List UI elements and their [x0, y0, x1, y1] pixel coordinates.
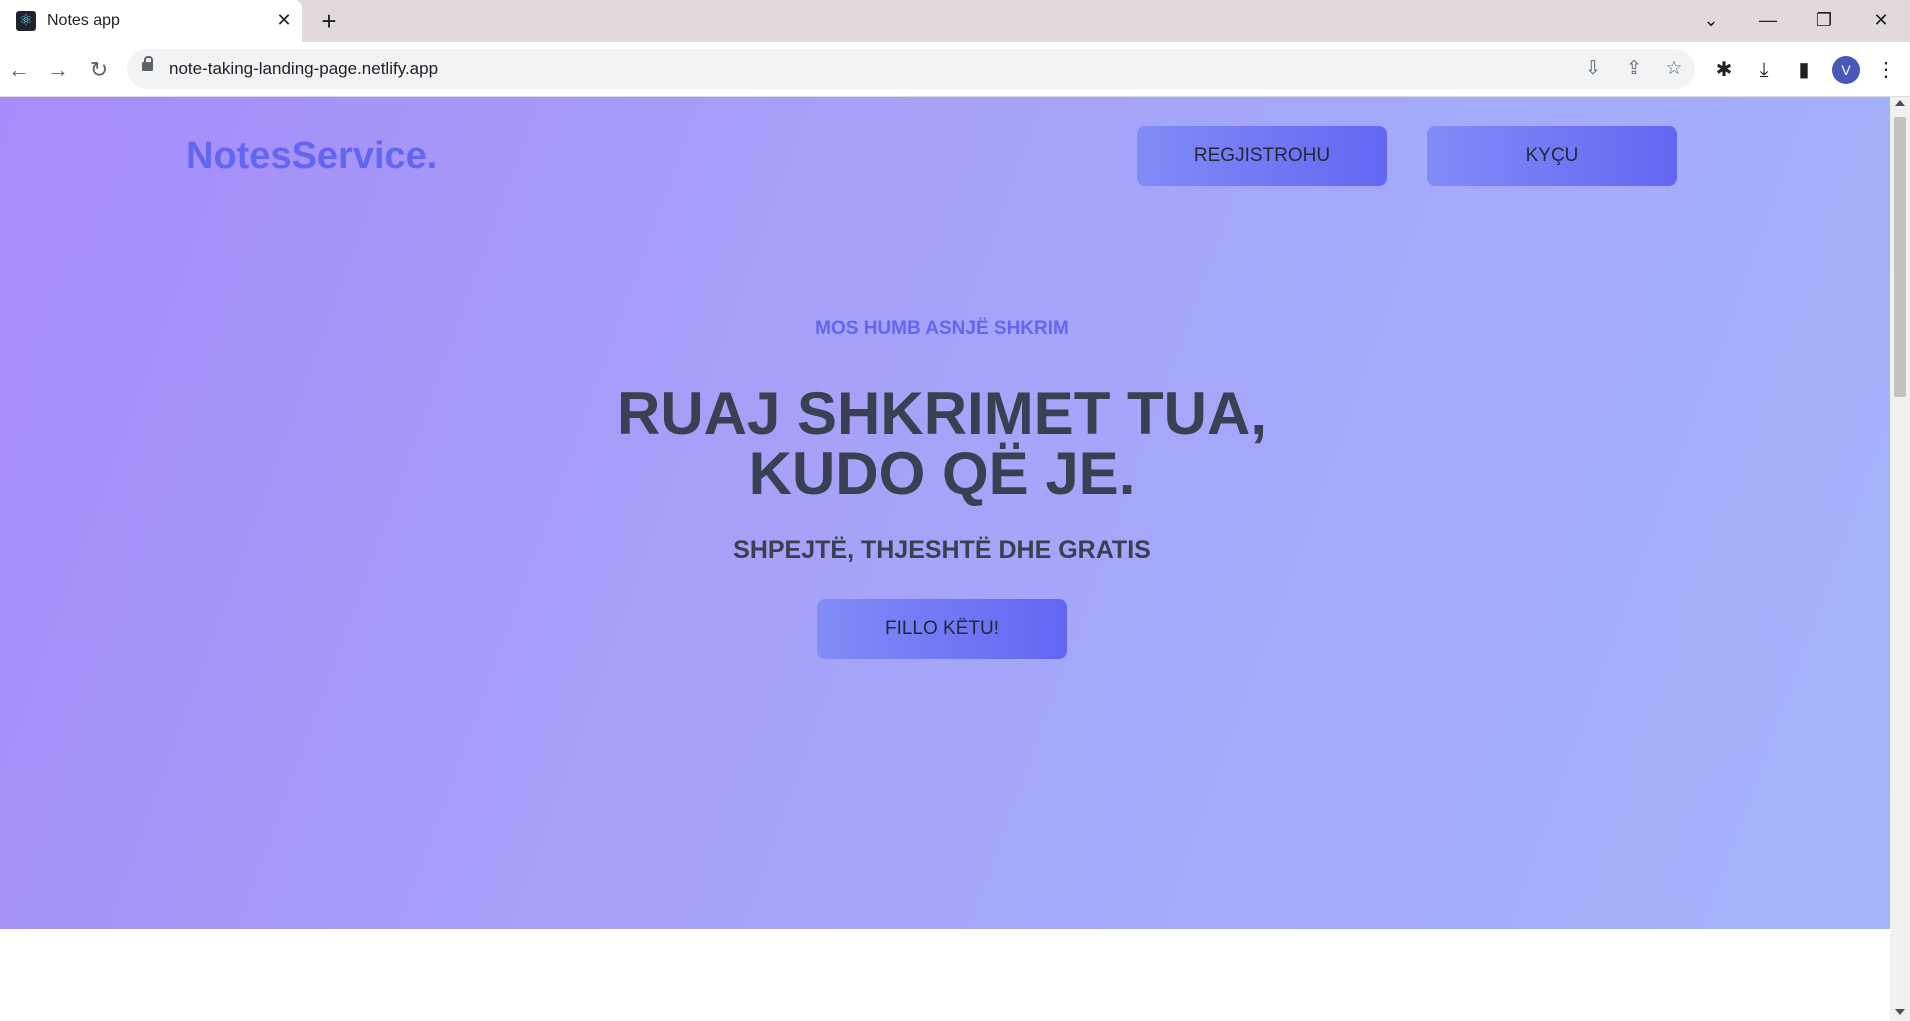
extensions-icon[interactable]: ✱	[1708, 54, 1740, 86]
close-icon[interactable]: ✕	[272, 8, 296, 32]
reload-icon[interactable]: ↻	[83, 54, 115, 86]
share-icon[interactable]: ⇪	[1619, 54, 1649, 84]
more-menu-icon[interactable]: ⋮	[1870, 54, 1902, 86]
start-here-button[interactable]: FILLO KËTU!	[817, 599, 1067, 659]
hero-subheadline: SHPEJTË, THJESHTË DHE GRATIS	[733, 536, 1151, 564]
tab-search-icon[interactable]: ⌄	[1688, 4, 1734, 36]
brand-logo[interactable]: NotesService.	[186, 135, 437, 178]
page-scrollbar[interactable]	[1890, 97, 1910, 1021]
login-button[interactable]: KYÇU	[1427, 126, 1677, 186]
lock-icon[interactable]	[142, 56, 153, 71]
install-app-icon[interactable]: ⇩	[1578, 54, 1608, 84]
minimize-icon[interactable]: —	[1745, 4, 1791, 36]
url-text[interactable]: note-taking-landing-page.netlify.app	[169, 59, 438, 79]
scroll-thumb[interactable]	[1894, 117, 1906, 397]
tab-title: Notes app	[47, 12, 120, 29]
forward-arrow-icon[interactable]: →	[42, 54, 74, 86]
restore-icon[interactable]: ❐	[1801, 4, 1847, 36]
side-panel-icon[interactable]: ▮	[1788, 54, 1820, 86]
page-viewport: NotesService. REGJISTROHU KYÇU MOS HUMB …	[0, 97, 1890, 1021]
back-arrow-icon[interactable]: ←	[3, 54, 35, 86]
headline-line-1: RUAJ SHKRIMET TUA,	[616, 380, 1267, 447]
tab-strip: ⚛ Notes app ✕ + ⌄ — ❐ ✕	[0, 0, 1910, 42]
download-icon[interactable]: ⤓	[1748, 54, 1780, 86]
browser-toolbar: ← → ↻ note-taking-landing-page.netlify.a…	[0, 42, 1910, 97]
hero-kicker: MOS HUMB ASNJË SHKRIM	[815, 318, 1069, 339]
register-button[interactable]: REGJISTROHU	[1137, 126, 1387, 186]
headline-line-2: KUDO QË JE.	[748, 440, 1136, 507]
browser-tab[interactable]: ⚛ Notes app ✕	[0, 0, 302, 42]
hero-section: NotesService. REGJISTROHU KYÇU MOS HUMB …	[0, 97, 1890, 929]
bookmark-star-icon[interactable]: ☆	[1659, 54, 1689, 84]
plus-icon[interactable]: +	[314, 6, 344, 36]
scroll-down-icon[interactable]	[1895, 1009, 1905, 1015]
scroll-up-icon[interactable]	[1895, 100, 1905, 106]
profile-avatar[interactable]: V	[1832, 56, 1860, 84]
hero-headline: RUAJ SHKRIMET TUA, KUDO QË JE.	[0, 384, 1884, 504]
address-bar[interactable]: note-taking-landing-page.netlify.app ⇩ ⇪…	[127, 49, 1695, 89]
window-close-icon[interactable]: ✕	[1858, 4, 1904, 36]
react-icon: ⚛	[16, 11, 36, 31]
